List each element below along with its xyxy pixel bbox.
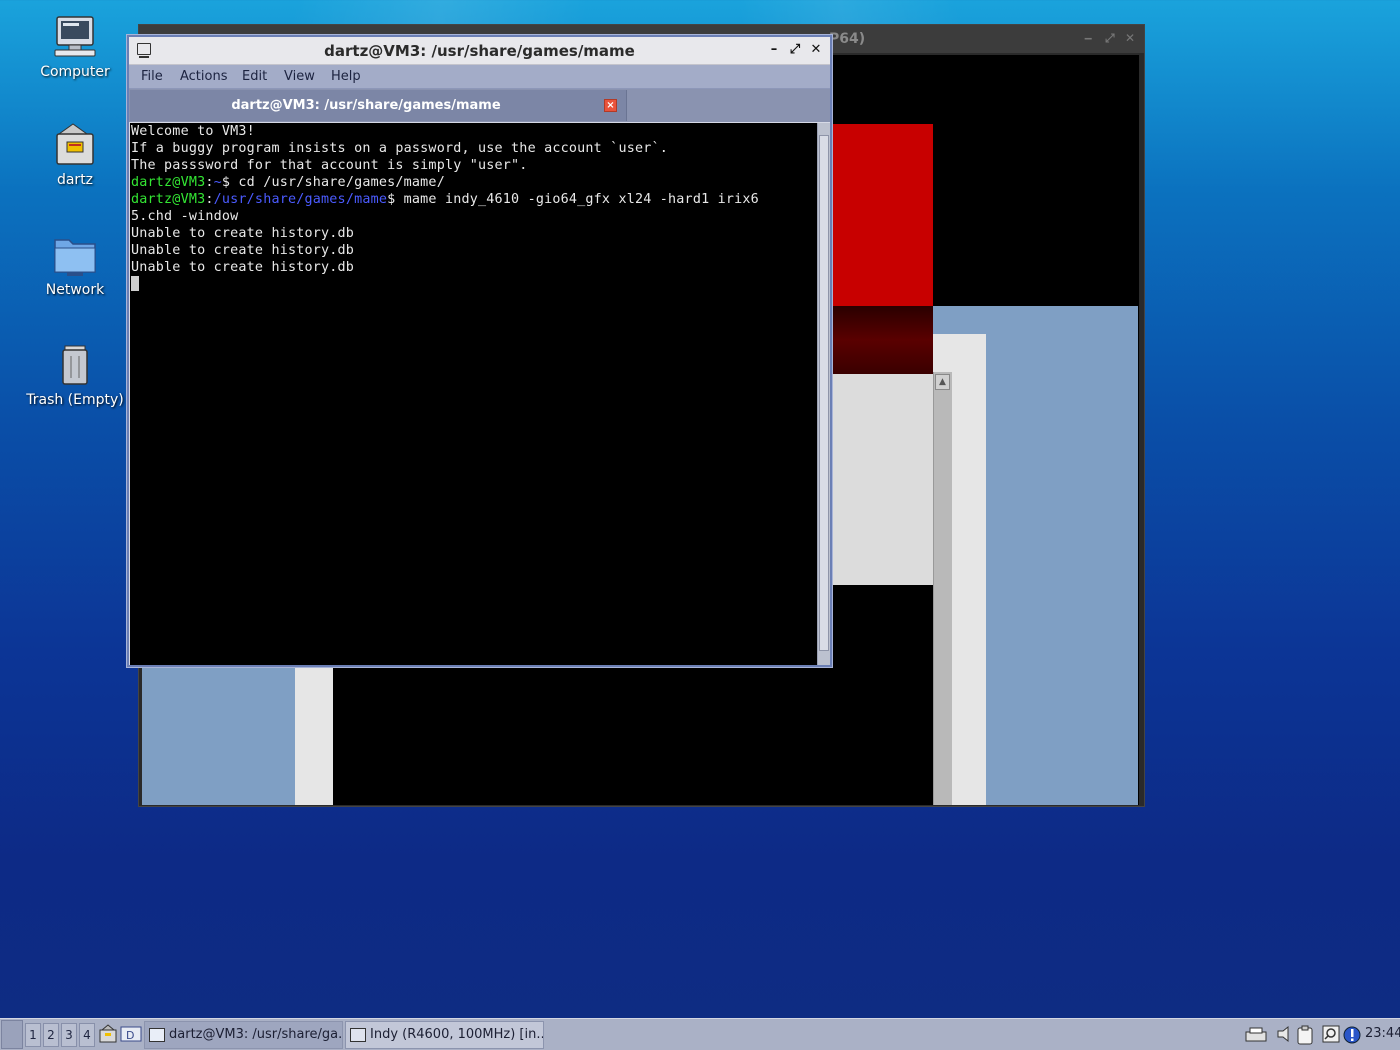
terminal-tab-label: dartz@VM3: /usr/share/games/mame [231, 98, 501, 113]
desktop-icon-home[interactable]: dartz [20, 122, 130, 188]
prompt-command: $ cd /usr/share/games/mame/ [221, 175, 445, 190]
volume-icon[interactable] [1276, 1025, 1294, 1043]
screen-dark-red-block [830, 306, 933, 374]
workspace-1[interactable]: 1 [25, 1023, 41, 1047]
tab-close-icon[interactable]: × [604, 99, 617, 112]
file-manager-icon[interactable] [98, 1024, 117, 1043]
svg-text:D: D [126, 1029, 134, 1042]
desktop-icon-label: Computer [40, 64, 110, 80]
screen-red-block [830, 124, 933, 306]
terminal-menubar: File Actions Edit View Help [129, 65, 830, 89]
network-icon [51, 232, 99, 278]
menu-file[interactable]: File [141, 69, 163, 84]
terminal-line: dartz@VM3:~$ cd /usr/share/games/mame/ [131, 174, 759, 191]
terminal-text: Welcome to VM3! If a buggy program insist… [131, 123, 759, 294]
terminal-line: Unable to create history.db [131, 260, 355, 275]
workspace-2[interactable]: 2 [43, 1023, 59, 1047]
menu-edit[interactable]: Edit [242, 69, 267, 84]
prompt-user: dartz@VM3 [131, 192, 206, 207]
screen-left-blue-panel [142, 667, 295, 805]
desktop-icon-label: Network [45, 282, 105, 298]
terminal-line: If a buggy program insists on a password… [131, 141, 669, 156]
prompt-path: ~ [213, 175, 222, 190]
trash-icon [51, 342, 99, 388]
menu-view[interactable]: View [284, 69, 315, 84]
desktop-icon-network[interactable]: Network [20, 232, 130, 298]
terminal-tab[interactable]: dartz@VM3: /usr/share/games/mame × [130, 90, 627, 121]
terminal-icon [149, 1028, 165, 1042]
menu-button[interactable] [1, 1020, 23, 1049]
terminal-title: dartz@VM3: /usr/share/games/mame [324, 42, 635, 60]
screen-scroll-up-icon: ▲ [935, 374, 950, 390]
minimize-icon[interactable]: ‒ [1084, 31, 1092, 45]
close-icon[interactable]: ✕ [807, 41, 825, 59]
maximize-icon[interactable]: ⤢ [1105, 31, 1115, 46]
terminal-cursor-line [131, 276, 759, 294]
desktop-icon-trash[interactable]: Trash (Empty) [20, 342, 130, 408]
desktop-icon-label: dartz [56, 172, 94, 188]
screen-scrollbar [933, 372, 952, 805]
prompt-separator: : [205, 192, 214, 207]
terminal-line: dartz@VM3:/usr/share/games/mame$ mame in… [131, 191, 759, 208]
terminal-tabbar: dartz@VM3: /usr/share/games/mame × [129, 89, 830, 122]
menu-help[interactable]: Help [331, 69, 361, 84]
taskbar: 1 2 3 4 D dartz@VM3: /usr/share/ga... In… [0, 1018, 1400, 1050]
prompt-user: dartz@VM3 [131, 175, 206, 190]
terminal-title-bar[interactable]: dartz@VM3: /usr/share/games/mame – ⤢ ✕ [129, 37, 830, 65]
printer-icon[interactable] [1245, 1027, 1267, 1045]
screen-left-light-strip [295, 667, 333, 805]
scrollbar-thumb[interactable] [819, 135, 829, 651]
taskbar-task-terminal[interactable]: dartz@VM3: /usr/share/ga... [144, 1021, 343, 1049]
prompt-command: $ mame indy_4610 -gio64_gfx xl24 -hard1 … [387, 192, 759, 207]
terminal-output[interactable]: Welcome to VM3! If a buggy program insist… [130, 123, 817, 665]
desktop-icon-computer[interactable]: Computer [20, 14, 130, 80]
workspace-4[interactable]: 4 [79, 1023, 95, 1047]
terminal-line: Welcome to VM3! [131, 124, 255, 139]
show-desktop-icon[interactable]: D [120, 1024, 142, 1042]
task-label: dartz@VM3: /usr/share/ga... [169, 1027, 343, 1042]
clipboard-icon[interactable] [1296, 1025, 1314, 1045]
terminal-line: The passsword for that account is simply… [131, 158, 528, 173]
maximize-icon[interactable]: ⤢ [786, 41, 804, 59]
search-icon[interactable] [1322, 1025, 1340, 1043]
minimize-icon[interactable]: – [765, 41, 783, 59]
computer-icon [51, 14, 99, 60]
home-folder-icon [51, 122, 99, 168]
terminal-scrollbar[interactable] [817, 123, 830, 665]
window-icon [350, 1028, 366, 1042]
taskbar-task-mame[interactable]: Indy (R4600, 100MHz) [in... [345, 1021, 544, 1049]
text-cursor [131, 276, 139, 291]
screen-grey-panel [830, 374, 933, 585]
terminal-window[interactable]: dartz@VM3: /usr/share/games/mame – ⤢ ✕ F… [127, 35, 832, 667]
terminal-line: 5.chd -window [131, 209, 239, 224]
close-icon[interactable]: ✕ [1125, 31, 1135, 45]
mame-window-title: P64) [829, 31, 866, 47]
update-notifier-icon[interactable] [1343, 1025, 1361, 1044]
desktop-icon-label: Trash (Empty) [26, 392, 124, 408]
menu-actions[interactable]: Actions [180, 69, 228, 84]
prompt-separator: : [205, 175, 214, 190]
terminal-line: Unable to create history.db [131, 226, 355, 241]
workspace-3[interactable]: 3 [61, 1023, 77, 1047]
prompt-path: /usr/share/games/mame [213, 192, 388, 207]
terminal-line: Unable to create history.db [131, 243, 355, 258]
clock[interactable]: 23:44 [1365, 1026, 1400, 1041]
task-label: Indy (R4600, 100MHz) [in... [370, 1027, 544, 1042]
